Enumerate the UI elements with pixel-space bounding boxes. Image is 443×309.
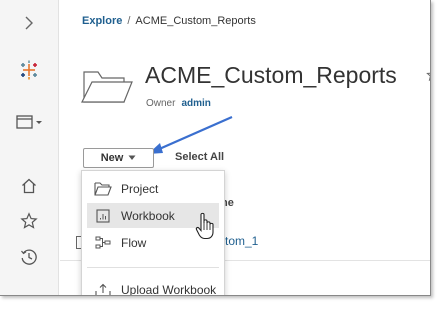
- workbook-icon: [91, 208, 115, 223]
- folder-open-icon: [91, 181, 115, 196]
- menu-item-upload-workbook[interactable]: Upload Workbook: [87, 277, 219, 296]
- new-button-label: New: [100, 152, 124, 164]
- menu-item-project[interactable]: Project: [87, 176, 219, 201]
- flow-icon: [91, 236, 115, 250]
- select-all-button[interactable]: Select All: [175, 151, 224, 163]
- hand-pointer-cursor-icon: [195, 212, 215, 240]
- caret-down-icon: [128, 155, 136, 161]
- new-button[interactable]: New: [83, 148, 154, 168]
- menu-item-label: Workbook: [121, 208, 175, 223]
- menu-item-label: Project: [121, 181, 159, 196]
- menu-item-label: Upload Workbook: [121, 282, 217, 296]
- app-window: Explore / ACME_Custom_Reports ACME_Custom_…: [0, 0, 431, 296]
- menu-item-label: Flow: [121, 235, 147, 250]
- menu-divider: [87, 267, 219, 268]
- upload-icon: [91, 283, 115, 295]
